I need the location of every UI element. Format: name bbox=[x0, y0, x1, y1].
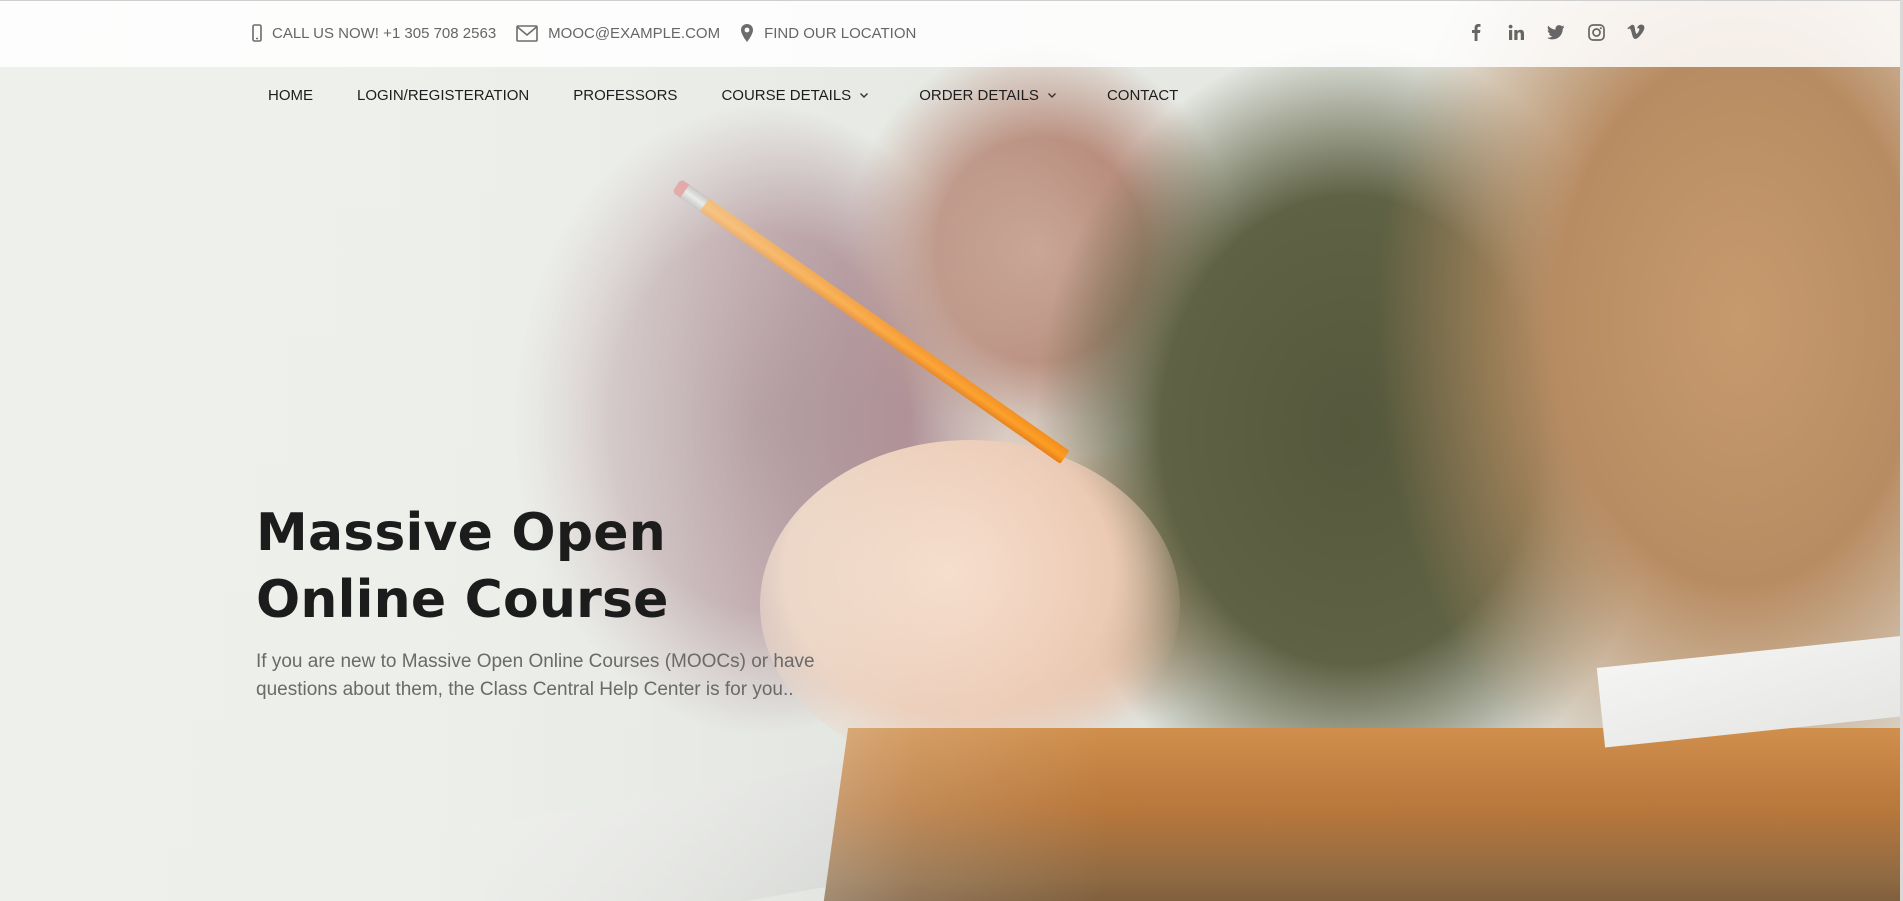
nav-home-label: HOME bbox=[268, 87, 313, 104]
nav-professors-label: PROFESSORS bbox=[573, 87, 678, 104]
contact-info: CALL US NOW! +1 305 708 2563 MOOC@EXAMPL… bbox=[252, 23, 936, 43]
social-links bbox=[1467, 23, 1645, 41]
twitter-icon[interactable] bbox=[1547, 23, 1565, 41]
main-navigation: HOME LOGIN/REGISTERATION PROFESSORS COUR… bbox=[268, 87, 1222, 104]
vimeo-icon[interactable] bbox=[1627, 23, 1645, 41]
email-text: MOOC@EXAMPLE.COM bbox=[548, 24, 721, 42]
nav-order-details-label: ORDER DETAILS bbox=[919, 87, 1039, 104]
nav-order-details[interactable]: ORDER DETAILS bbox=[919, 87, 1057, 104]
chevron-down-icon bbox=[859, 92, 869, 99]
nav-login-registration[interactable]: LOGIN/REGISTERATION bbox=[357, 87, 529, 104]
nav-contact[interactable]: CONTACT bbox=[1107, 87, 1178, 104]
page: CALL US NOW! +1 305 708 2563 MOOC@EXAMPL… bbox=[0, 0, 1903, 901]
linkedin-icon[interactable] bbox=[1507, 23, 1525, 41]
location-text: FIND OUR LOCATION bbox=[764, 24, 917, 42]
nav-login-label: LOGIN/REGISTERATION bbox=[357, 87, 530, 104]
phone-contact[interactable]: CALL US NOW! +1 305 708 2563 bbox=[252, 24, 496, 42]
instagram-icon[interactable] bbox=[1587, 23, 1605, 41]
facebook-icon[interactable] bbox=[1467, 23, 1485, 41]
email-contact[interactable]: MOOC@EXAMPLE.COM bbox=[516, 25, 720, 42]
nav-course-details-label: COURSE DETAILS bbox=[721, 87, 852, 104]
location-contact[interactable]: FIND OUR LOCATION bbox=[740, 23, 916, 43]
nav-professors[interactable]: PROFESSORS bbox=[573, 87, 677, 104]
hero-title-line-1: Massive Open bbox=[256, 503, 666, 563]
nav-home[interactable]: HOME bbox=[268, 87, 313, 104]
hero-description: If you are new to Massive Open Online Co… bbox=[256, 651, 815, 700]
hero-title: Massive Open Online Course bbox=[256, 500, 686, 634]
hero-content: Massive Open Online Course If you are ne… bbox=[256, 500, 956, 704]
hero-fade-overlay bbox=[0, 0, 1903, 901]
nav-course-details[interactable]: COURSE DETAILS bbox=[721, 87, 869, 104]
nav-contact-label: CONTACT bbox=[1106, 87, 1179, 104]
chevron-down-icon bbox=[1047, 92, 1057, 99]
top-info-bar: CALL US NOW! +1 305 708 2563 MOOC@EXAMPL… bbox=[0, 0, 1903, 67]
mobile-phone-icon bbox=[252, 24, 262, 42]
phone-text: CALL US NOW! +1 305 708 2563 bbox=[272, 24, 497, 42]
envelope-icon bbox=[516, 24, 538, 42]
hero-title-line-2: Online Course bbox=[256, 570, 669, 630]
map-pin-icon bbox=[740, 23, 754, 43]
